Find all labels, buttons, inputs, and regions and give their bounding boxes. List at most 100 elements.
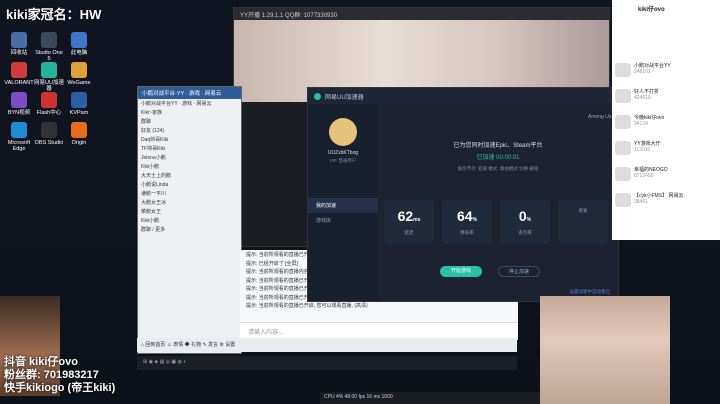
client-list-item[interactable]: 群聊 / 更多 bbox=[138, 225, 241, 234]
social-line-1: 抖音 kiki仔ovo bbox=[4, 356, 78, 368]
taskbar[interactable]: ⊞ ◉ ◈ ▤ ◎ ▣ ◍ ◐ bbox=[137, 356, 517, 370]
desktop-icon[interactable]: OBS Studio bbox=[34, 122, 64, 146]
stat-unit: % bbox=[526, 217, 532, 223]
client-list-item[interactable]: Jelena小鹅 bbox=[138, 153, 241, 162]
channel-id: 113010 bbox=[634, 147, 651, 153]
channel-name: 小鹅对战平台YY bbox=[634, 63, 671, 69]
desktop-icon[interactable]: Studio One 5 bbox=[34, 32, 64, 62]
client-list-item[interactable]: 好友 (124) bbox=[138, 126, 241, 135]
desktop-icon[interactable]: 网易UU加速器 bbox=[34, 62, 64, 92]
uu-accelerator-window[interactable]: 网易UU加速器 UUZxbKTbog VIP 普通用户 我的加速 游戏库 Amo… bbox=[307, 87, 619, 302]
desktop-icon[interactable]: WeGame bbox=[64, 62, 94, 86]
client-list-item[interactable]: 谦鹅一平川 bbox=[138, 189, 241, 198]
right-panel: kiki仔ovo 小鹅对战平台YY 348101 好人不打折 424610 今晚kiki… bbox=[612, 0, 720, 240]
client-list-item[interactable]: Daq帅哥Kiki bbox=[138, 135, 241, 144]
app-icon bbox=[11, 62, 27, 78]
client-list: 小鹅对战平台YY · 游戏 · 网易云 Kiki~家族 群聊 好友 (124) Daq帅… bbox=[138, 99, 241, 234]
desktop-icon-label: 网易UU加速器 bbox=[34, 80, 64, 92]
channel-item[interactable]: 小鹅对战平台YY 348101 bbox=[612, 60, 720, 80]
channel-id: 424610 bbox=[634, 95, 651, 101]
stat-unit: % bbox=[472, 217, 478, 223]
app-icon bbox=[41, 92, 57, 108]
desktop-icon-label: Microsoft Edge bbox=[7, 140, 31, 152]
stat-value: 0% bbox=[518, 208, 532, 224]
start-game-button[interactable]: 开始游戏 bbox=[440, 266, 482, 277]
stat-value: 64% bbox=[456, 208, 478, 224]
stat-card: 0% 丢包率 bbox=[500, 200, 550, 244]
channel-avatar bbox=[615, 63, 631, 77]
desktop-icon-label: WeGame bbox=[67, 80, 91, 86]
desktop-icon[interactable]: 回收站 bbox=[4, 32, 34, 56]
app-icon bbox=[71, 92, 87, 108]
social-line-3: 快手kikiogo (帝王kiki) bbox=[4, 382, 116, 394]
footer-link[interactable]: 设置加速中自动重启 bbox=[378, 289, 618, 295]
stream-overlay-title: kiki家冠名：HW bbox=[6, 7, 102, 22]
stat-card: 64% 降低率 bbox=[442, 200, 492, 244]
yy-titlebar[interactable]: YY开播 1.29.1.1 QQ群: 1077330930 bbox=[234, 8, 609, 20]
client-list-item[interactable]: TF帅哥Kiki bbox=[138, 144, 241, 153]
channel-id: 348101 bbox=[634, 69, 651, 75]
client-list-item[interactable]: 小鹅说Linda bbox=[138, 180, 241, 189]
performance-stats: CPU 4% 48.00 fps 16 ms 1600 bbox=[320, 392, 540, 404]
client-list-item[interactable]: Kiki小鹅 bbox=[138, 162, 241, 171]
client-list-item[interactable]: Kiki~家族 bbox=[138, 108, 241, 117]
webcam-feed bbox=[540, 296, 670, 404]
channel-name: 幸福的NEOGO bbox=[634, 167, 668, 173]
status-line: 已为您同时加速Epic、Steam平台 bbox=[453, 143, 543, 149]
stat-card: 62ms 延迟 bbox=[384, 200, 434, 244]
client-list-item[interactable]: 大鹅女王冰 bbox=[138, 198, 241, 207]
app-icon bbox=[71, 62, 87, 78]
client-list-item[interactable]: 大天士上的鹅 bbox=[138, 171, 241, 180]
app-icon bbox=[41, 62, 57, 78]
client-list-item[interactable]: Kiki小鹅 bbox=[138, 216, 241, 225]
stat-label: 丢包率 bbox=[518, 230, 532, 235]
stat-value: 62ms bbox=[397, 208, 421, 224]
channel-avatar bbox=[615, 141, 631, 155]
game-name: Among Us bbox=[588, 114, 612, 120]
channel-item[interactable]: 好人不打折 424610 bbox=[612, 86, 720, 106]
acc-titlebar[interactable]: 网易UU加速器 bbox=[308, 88, 618, 104]
app-icon bbox=[11, 92, 27, 108]
desktop-icon[interactable]: Microsoft Edge bbox=[4, 122, 34, 152]
channel-item[interactable]: 【cyk小FMS】 网易云 38461 bbox=[612, 190, 720, 210]
timer: 已加速 00:00:01 bbox=[476, 155, 520, 161]
channel-name: 今晚kiki仔ovo bbox=[634, 115, 665, 121]
app-icon bbox=[41, 32, 57, 48]
client-titlebar[interactable]: 小鹅对战平台-YY · 游戏 · 网易云 bbox=[138, 87, 241, 99]
channel-name: 好人不打折 bbox=[634, 89, 660, 95]
desktop-icon-label: Flash中心 bbox=[36, 110, 62, 116]
desktop-icon[interactable]: Origin bbox=[64, 122, 94, 146]
channel-id: 8712459 bbox=[634, 173, 654, 179]
stream-overlay-socials: 抖音 kiki仔ovo 粉丝群: 701983217 快手kikiogo (帝王… bbox=[4, 356, 115, 395]
client-list-item[interactable]: 群聊 bbox=[138, 117, 241, 126]
app-icon bbox=[11, 32, 27, 48]
desktop-icon[interactable]: VALORANT bbox=[4, 62, 34, 86]
client-window[interactable]: 小鹅对战平台-YY · 游戏 · 网易云 小鹅对战平台YY · 游戏 · 网易云… bbox=[137, 86, 242, 354]
user-level: VIP 普通用户 bbox=[329, 158, 357, 163]
desktop-icon[interactable]: 此电脑 bbox=[64, 32, 94, 56]
channel-id: 38461 bbox=[634, 199, 648, 205]
channel-item[interactable]: YY游戏大厅 113010 bbox=[612, 138, 720, 158]
nav-game-library[interactable]: 游戏库 bbox=[308, 213, 378, 228]
channel-item[interactable]: 幸福的NEOGO 8712459 bbox=[612, 164, 720, 184]
stop-boost-button[interactable]: 停止加速 bbox=[498, 266, 540, 277]
channel-avatar bbox=[615, 115, 631, 129]
app-icon bbox=[71, 122, 87, 138]
client-list-item[interactable]: 小鹅对战平台YY · 游戏 · 网易云 bbox=[138, 99, 241, 108]
channel-item[interactable]: 今晚kiki仔ovo 94134 bbox=[612, 112, 720, 132]
user-name: UUZxbKTbog bbox=[327, 150, 359, 156]
desktop-icon[interactable]: BYN视频 bbox=[4, 92, 34, 116]
acc-sidebar: UUZxbKTbog VIP 普通用户 我的加速 游戏库 bbox=[308, 104, 378, 301]
desktop-icon[interactable]: KVPam bbox=[64, 92, 94, 116]
social-line-2: 粉丝群: 701983217 bbox=[4, 369, 99, 381]
nav-my-boost[interactable]: 我的加速 bbox=[308, 198, 378, 213]
server-line: 服务节点: 亚服 模式: 路由模式 切换 删除 bbox=[457, 166, 539, 171]
app-icon bbox=[71, 32, 87, 48]
user-avatar[interactable] bbox=[329, 118, 357, 146]
chat-toolbar[interactable]: ⌂ 回到首页 ☺ 表情 ◆ 礼物 ✎ 发言 ⚙ 设置 bbox=[137, 338, 517, 352]
desktop-icon[interactable]: Flash中心 bbox=[34, 92, 64, 116]
channel-avatar bbox=[615, 193, 631, 207]
client-list-item[interactable]: 菜鹅女王 bbox=[138, 207, 241, 216]
stat-label: 降低率 bbox=[460, 230, 474, 235]
chat-message: 提示: 当前所观看的直播已开启, 您可以观看直播, (高清) bbox=[246, 303, 368, 309]
